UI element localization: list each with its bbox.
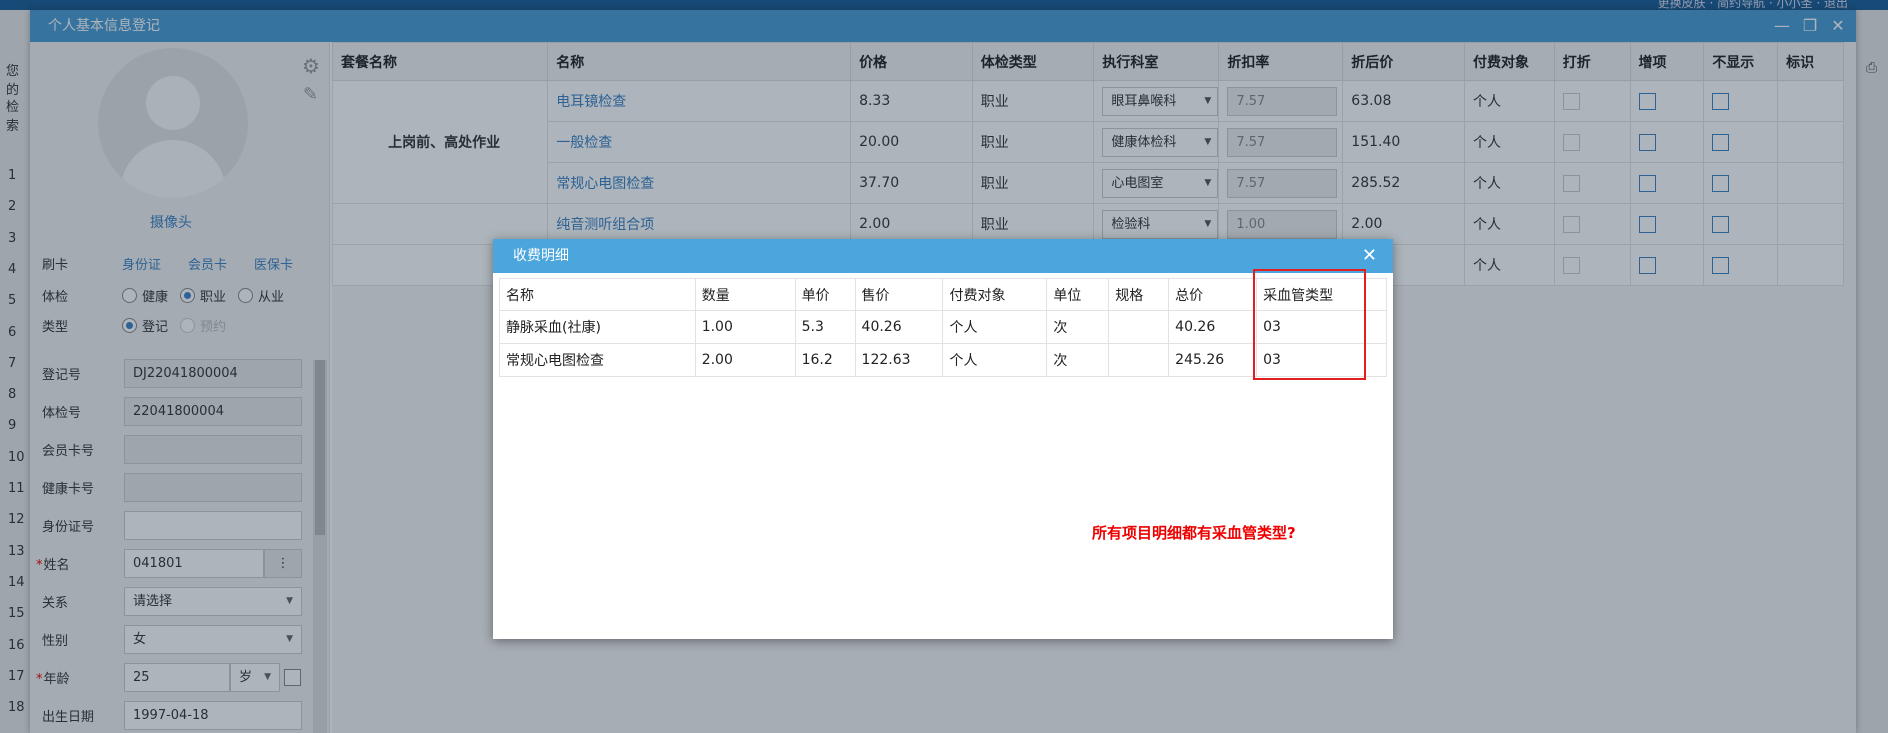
fee-col-qty: 数量 xyxy=(694,278,796,311)
annotation-note: 所有项目明细都有采血管类型? xyxy=(1092,524,1296,542)
fee-name-cell: 静脉采血(社康) xyxy=(499,310,696,344)
fee-detail-dialog: 收费明细 ✕ 名称 数量 单价 售价 付费对象 单位 规格 总价 采血管类型 静… xyxy=(493,239,1393,639)
fee-total-cell: 40.26 xyxy=(1168,310,1258,344)
modal-overlay: 收费明细 ✕ 名称 数量 单价 售价 付费对象 单位 规格 总价 采血管类型 静… xyxy=(0,0,1888,733)
fee-col-payer: 付费对象 xyxy=(942,278,1048,311)
fee-unit-cell: 次 xyxy=(1046,343,1110,377)
fee-col-unit-price: 单价 xyxy=(794,278,856,311)
fee-payer-cell: 个人 xyxy=(942,343,1048,377)
fee-col-name: 名称 xyxy=(499,278,696,311)
dialog-title: 收费明细 xyxy=(513,248,569,264)
fee-name-cell: 常规心电图检查 xyxy=(499,343,696,377)
dialog-titlebar: 收费明细 ✕ xyxy=(493,239,1393,273)
fee-sale-price-cell: 122.63 xyxy=(854,343,944,377)
fee-col-total: 总价 xyxy=(1168,278,1258,311)
fee-col-spec: 规格 xyxy=(1108,278,1170,311)
fee-qty-cell: 2.00 xyxy=(694,343,796,377)
fee-payer-cell: 个人 xyxy=(942,310,1048,344)
fee-qty-cell: 1.00 xyxy=(694,310,796,344)
fee-unit-cell: 次 xyxy=(1046,310,1110,344)
fee-col-sale-price: 售价 xyxy=(854,278,944,311)
fee-sale-price-cell: 40.26 xyxy=(854,310,944,344)
fee-spec-cell xyxy=(1108,310,1170,344)
fee-col-unit: 单位 xyxy=(1046,278,1110,311)
dialog-close-icon[interactable]: ✕ xyxy=(1362,239,1377,273)
fee-total-cell: 245.26 xyxy=(1168,343,1258,377)
fee-unit-price-cell: 16.2 xyxy=(794,343,856,377)
fee-spec-cell xyxy=(1108,343,1170,377)
tube-type-highlight xyxy=(1253,269,1366,380)
fee-unit-price-cell: 5.3 xyxy=(794,310,856,344)
